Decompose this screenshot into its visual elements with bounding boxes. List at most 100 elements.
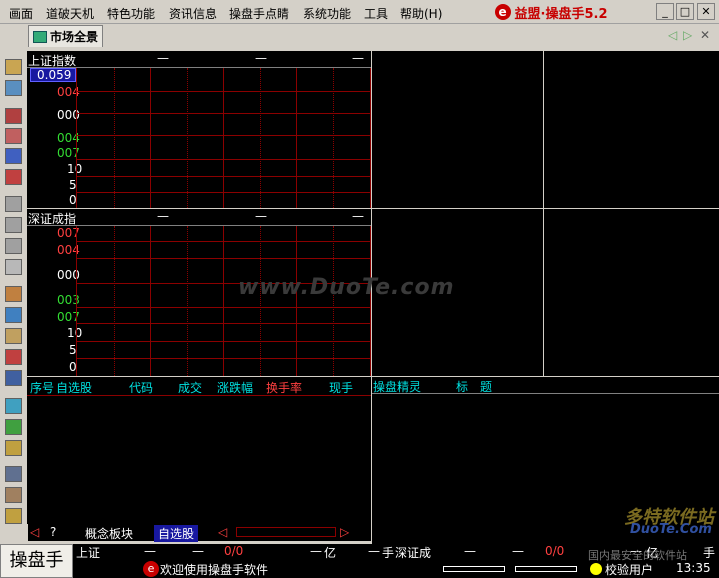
table-icon[interactable] [5,148,22,164]
next-tab-icon[interactable]: ▷ [683,28,692,42]
tab-market-label: 市场全景 [50,30,99,44]
status-sh-d2: — [192,544,204,558]
minimize-button[interactable]: _ [656,3,674,20]
btab-watchlist[interactable]: 自选股 [154,525,199,542]
col-seq[interactable]: 序号 [30,379,54,396]
status-time: 13:35 [676,561,711,575]
search-icon[interactable] [5,286,22,302]
window-icon[interactable] [5,80,22,96]
menu-features[interactable]: 特色功能 [107,5,155,22]
sz-vol-1: 10 [67,326,83,340]
app-logo: 操盘手 [0,544,73,578]
col-code[interactable]: 代码 [129,379,153,396]
status-meter-1 [443,566,505,572]
folder-icon[interactable] [5,508,22,524]
sh-dash-3: — [352,51,364,65]
menu-tools[interactable]: 工具 [364,5,388,22]
status-sh-d1: — [144,544,156,558]
menu-view[interactable]: 画面 [9,5,33,22]
sz-dash-1: — [157,209,169,223]
user-status-icon [590,563,602,575]
left-toolbar [0,50,27,544]
tools-icon[interactable] [5,440,22,456]
close-button[interactable]: ✕ [697,3,715,20]
calc-icon[interactable] [5,370,22,386]
sz-dash-3: — [352,209,364,223]
book-icon[interactable] [5,487,22,503]
status-sz-d1: — [464,544,476,558]
menu-system[interactable]: 系统功能 [303,5,351,22]
status-meter-2 [515,566,577,572]
watermark-center: www.DuoTe.com [238,275,455,300]
col-change[interactable]: 涨跌幅 [217,379,253,396]
sh-dash-1: — [157,51,169,65]
trend-icon[interactable] [5,128,22,144]
status-welcome: 欢迎使用操盘手软件 [160,563,269,577]
col-turnover[interactable]: 换手率 [266,379,302,396]
prev-tab-icon[interactable]: ◁ [668,28,677,42]
menu-daopo[interactable]: 道破天机 [46,5,94,22]
status-sz-d2: — [512,544,524,558]
alert-icon[interactable] [5,349,22,365]
bar-chart-icon[interactable] [5,108,22,124]
status-sh-label: 上证 [76,546,101,560]
menu-bar: 画面 道破天机 特色功能 资讯信息 操盘手点睛 系统功能 工具 帮助(H) e … [0,0,719,24]
status-sh-unit: 亿 [324,546,337,560]
kline-icon[interactable] [5,59,22,75]
tool-gray-2-icon[interactable] [5,217,22,233]
welcome-logo-icon: e [143,561,159,577]
watchlist-header: 序号 自选股 代码 成交 涨跌幅 换手率 现手 [28,378,371,396]
sz-dash-2: — [255,209,267,223]
tool-gray-1-icon[interactable] [5,196,22,212]
brand-title: e 益盟·操盘手5.2 [452,2,650,22]
download-icon[interactable] [5,419,22,435]
sh-vol-1: 10 [67,162,83,176]
app-window: 画面 道破天机 特色功能 资讯信息 操盘手点睛 系统功能 工具 帮助(H) e … [0,0,719,578]
menu-dianjing[interactable]: 操盘手点睛 [229,5,289,22]
status-sz-d0: — [368,544,380,558]
sh-dash-2: — [255,51,267,65]
right-panel-4 [544,209,719,376]
brand-text: 益盟·操盘手5.2 [514,6,608,22]
right-panel-2 [544,51,719,208]
formula-icon[interactable] [5,398,22,414]
col-stock[interactable]: 自选股 [56,379,92,396]
menu-help[interactable]: 帮助(H) [400,5,442,22]
bottom-tabs: ◁ ? 概念板块 自选股 ◁ ▷ [28,524,371,542]
btab-concept[interactable]: 概念板块 [85,525,133,542]
btab-hscroll-left-icon[interactable]: ◁ [218,525,227,539]
zoom-out-icon[interactable] [5,328,22,344]
tool-gray-3-icon[interactable] [5,238,22,254]
status-sh-ratio: 0/0 [224,544,244,558]
market-icon [33,30,47,43]
tool-gray-4-icon[interactable] [5,259,22,275]
menu-news[interactable]: 资讯信息 [169,5,217,22]
watchlist-panel [27,377,371,524]
restore-button[interactable]: □ [676,3,694,20]
elf-panel: 操盘精灵 标 题 多特软件站 DuoTe.Com [372,377,719,544]
status-user[interactable]: 校验用户 [605,561,653,578]
col-deal[interactable]: 成交 [178,379,202,396]
sh-index-chart: 上证指数 — — — 0.059 004 000 004 007 10 5 0 [27,51,371,208]
status-extra-unit: 手 [703,546,716,560]
close-tab-icon[interactable]: ✕ [700,28,710,42]
tab-bar: 市场全景 ◁ ▷ ✕ [0,24,719,49]
corner-watermark-url: DuoTe.Com [630,522,712,537]
status-bar: 上证 — — 0/0 — 亿 — 手 深证成 — — 0/0 — 亿 手 国内最… [0,544,719,578]
status-sh-d3: — [310,544,322,558]
brand-logo-icon: e [494,4,511,20]
report-icon[interactable] [5,466,22,482]
sh-price-value: 0.059 [37,68,72,82]
grid-icon[interactable] [5,169,22,185]
status-sz-ratio: 0/0 [545,544,565,558]
status-sz-label: 深证成 [395,546,432,560]
btab-scroll-left-icon[interactable]: ◁ [30,525,39,539]
btab-truncated[interactable]: ? [50,525,56,539]
btab-hscroll-right-icon[interactable]: ▷ [340,525,349,539]
col-hand[interactable]: 现手 [329,379,353,396]
right-panel-1 [372,51,543,208]
zoom-in-icon[interactable] [5,307,22,323]
tab-market-overview[interactable]: 市场全景 [28,25,104,47]
btab-scrollbar[interactable] [236,527,336,537]
status-sz-unit: 手 [382,546,395,560]
